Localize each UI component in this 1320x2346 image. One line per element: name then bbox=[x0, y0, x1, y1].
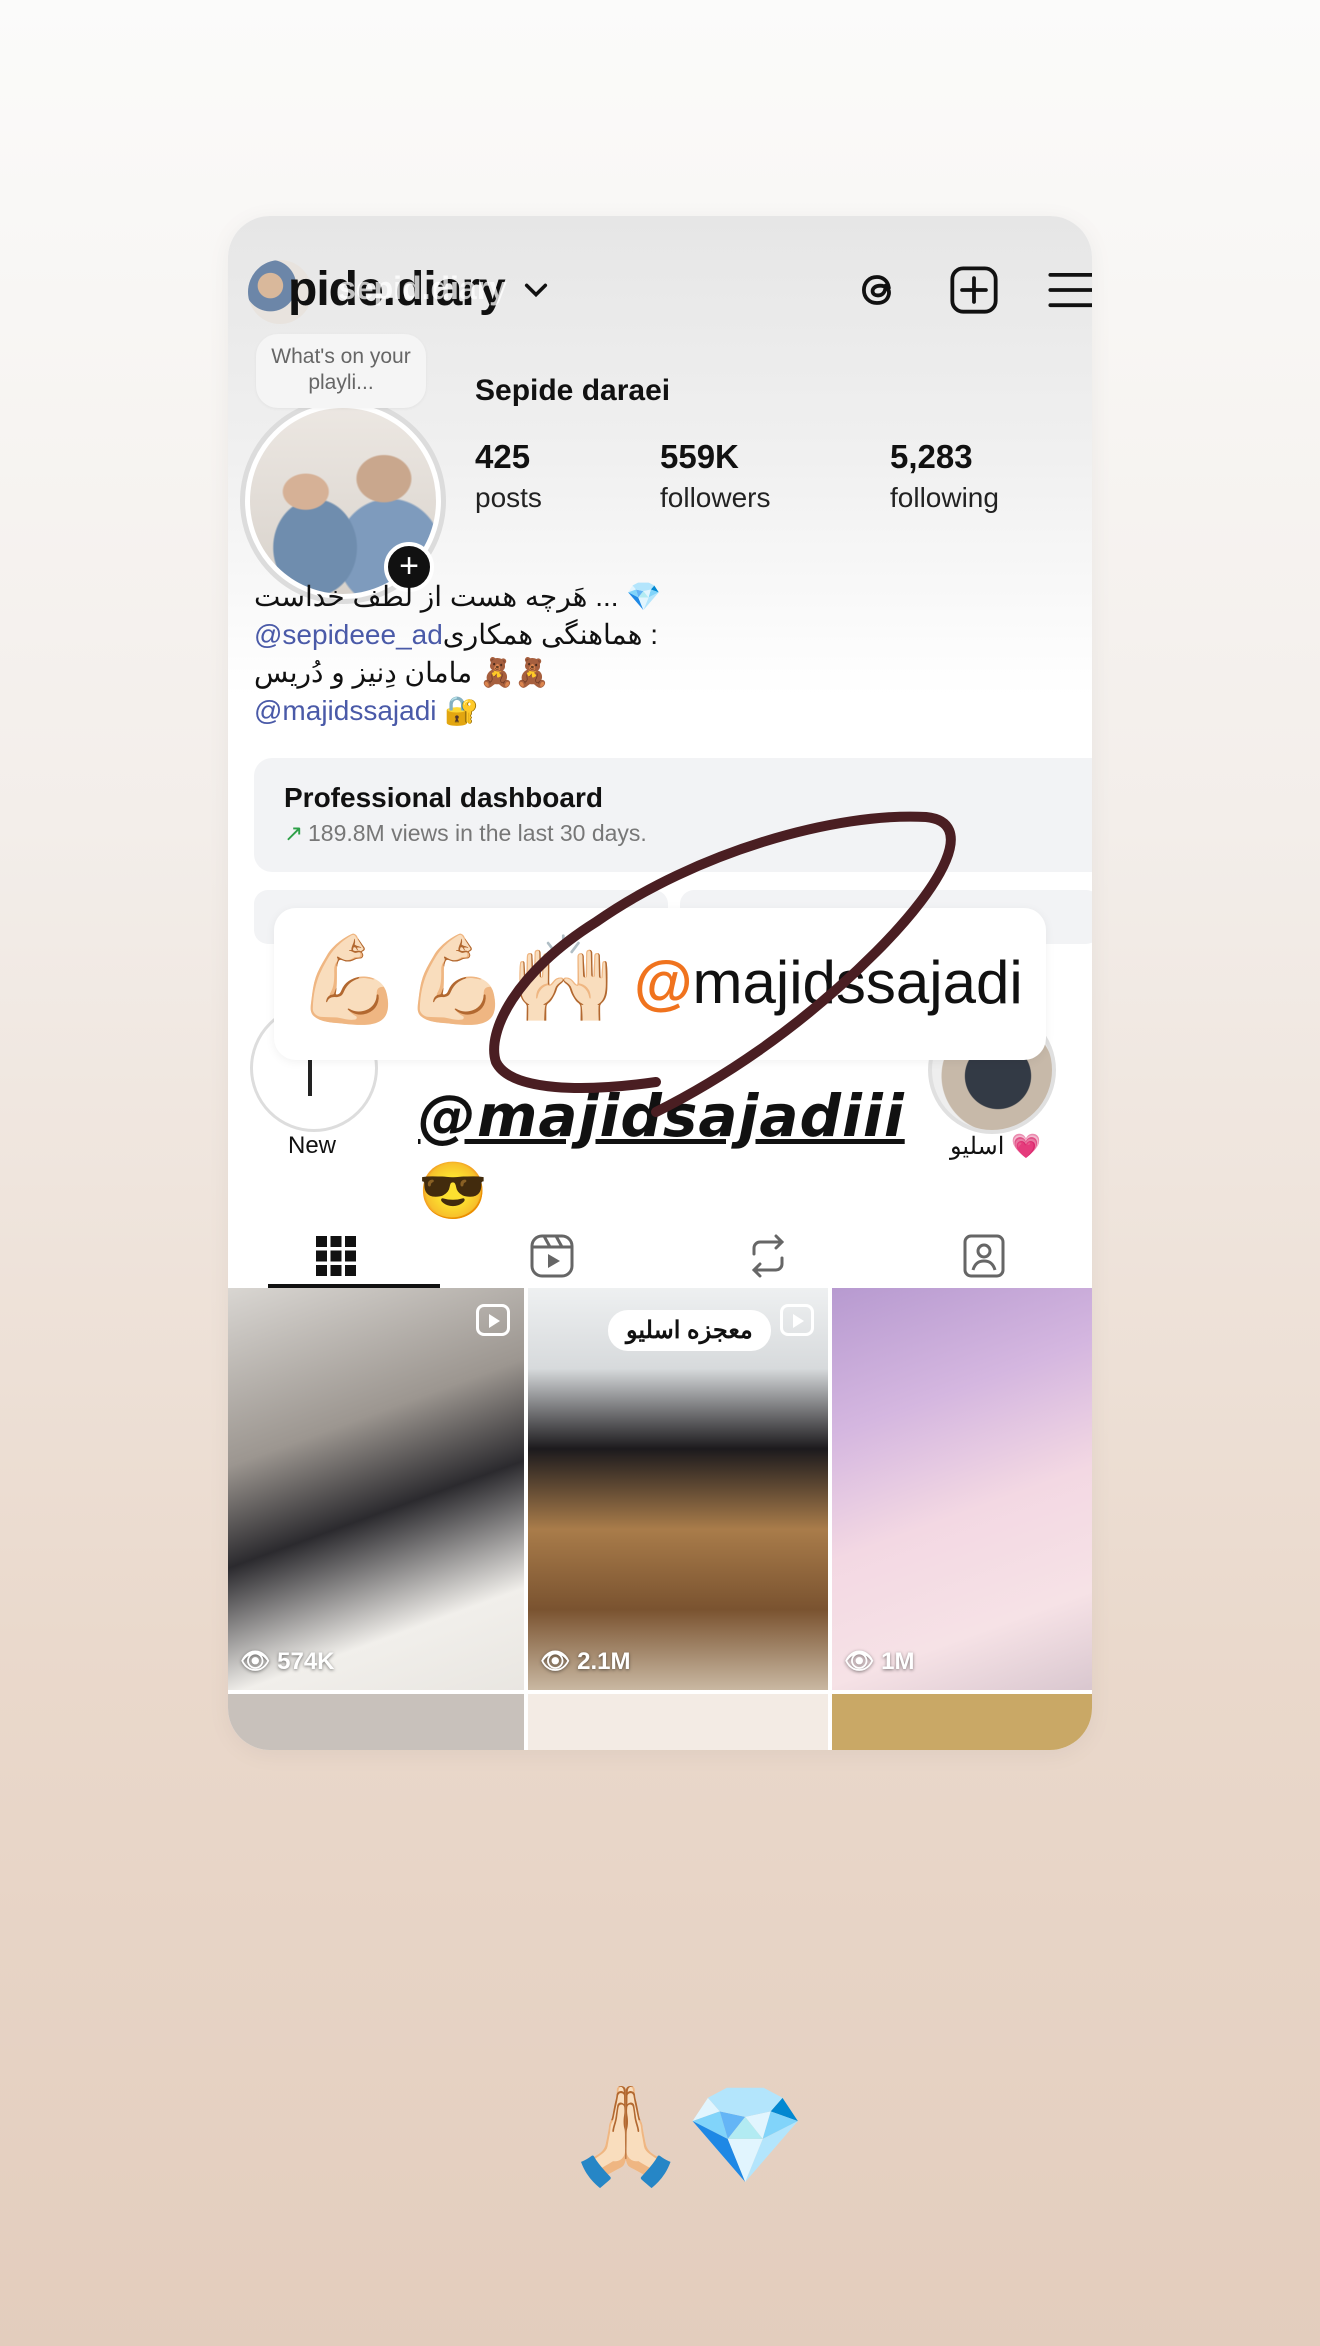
bio-line-1: هَرچه هست از لُطف خداست ... 💎 bbox=[254, 581, 662, 612]
posts-grid: 👁 574K معجزه اسلیو 👁 2.1M 👁 1M bbox=[228, 1288, 1092, 1750]
stat-following[interactable]: 5,283 following bbox=[890, 438, 999, 514]
posts-count: 425 bbox=[475, 438, 531, 475]
sticker-handle-wrap: @majidssajadi bbox=[634, 948, 1023, 1017]
tab-grid[interactable] bbox=[228, 1218, 444, 1290]
following-count: 5,283 bbox=[890, 438, 973, 475]
trend-arrow-icon: ↗ bbox=[284, 820, 304, 846]
hamburger-menu-icon[interactable] bbox=[1046, 264, 1092, 316]
grid-post[interactable]: معجزه اسلیو 👁 2.1M bbox=[528, 1288, 828, 1690]
sticker-emojis: 💪🏻💪🏻🙌🏻 bbox=[296, 932, 618, 1028]
tagged-icon bbox=[963, 1234, 1005, 1278]
grid-post[interactable]: 👁 1M bbox=[832, 1288, 1092, 1690]
view-count: 👁 574K bbox=[240, 1648, 335, 1675]
stat-posts[interactable]: 425 posts bbox=[475, 438, 542, 514]
bio: هَرچه هست از لُطف خداست ... 💎 @sepideee_… bbox=[254, 578, 661, 730]
profile-screenshot-card: pide.diary sepid.diary What's on your pl… bbox=[228, 216, 1092, 1750]
followers-count: 559K bbox=[660, 438, 739, 475]
dashboard-subtitle: 189.8M views in the last 30 days. bbox=[308, 820, 647, 846]
threads-icon[interactable] bbox=[852, 264, 904, 316]
view-count: 👁 2.1M bbox=[540, 1648, 631, 1675]
bio-mention-ad[interactable]: @sepideee_ad bbox=[254, 619, 443, 650]
tab-reels[interactable] bbox=[444, 1218, 660, 1290]
reel-icon bbox=[780, 1304, 814, 1336]
dashboard-title: Professional dashboard bbox=[284, 782, 603, 813]
note-bubble[interactable]: What's on your playli... bbox=[256, 334, 426, 408]
chevron-down-icon[interactable] bbox=[522, 276, 550, 304]
top-bar: pide.diary sepid.diary bbox=[228, 242, 1092, 332]
highlight-label-sleeve: اسلیو 💗 bbox=[950, 1133, 1041, 1160]
repost-icon bbox=[751, 1234, 785, 1278]
sunglasses-emoji: 😎 bbox=[418, 1159, 488, 1222]
profile-tabs bbox=[228, 1218, 1092, 1290]
bio-line-4: @majidssajadi 🔐 bbox=[254, 692, 661, 730]
tab-reposts[interactable] bbox=[660, 1218, 876, 1290]
grid-post[interactable]: 👁 574K bbox=[228, 1288, 524, 1690]
bio-line-2-text: هماهنگی همکاری : bbox=[442, 619, 659, 650]
reel-icon bbox=[476, 1304, 510, 1336]
stat-followers[interactable]: 559K followers bbox=[660, 438, 770, 514]
bio-line-2: @sepideee_adهماهنگی همکاری : bbox=[254, 616, 661, 654]
bottom-emoji: 🙏🏻💎 bbox=[566, 2082, 806, 2189]
highlight-label-new: New bbox=[288, 1132, 337, 1159]
username-overlay: sepid.diary bbox=[338, 270, 507, 306]
posts-label: posts bbox=[475, 482, 542, 513]
full-name: Sepide daraei bbox=[475, 374, 671, 407]
bio-line-3: مامان دِنیز و دُریس 🧸🧸 bbox=[254, 657, 550, 688]
overlay-handle[interactable]: @majidsajadiii bbox=[418, 1082, 905, 1150]
professional-dashboard[interactable]: Professional dashboard ↗ 189.8M views in… bbox=[254, 758, 1092, 872]
grid-post[interactable] bbox=[228, 1694, 524, 1750]
post-caption-tag: معجزه اسلیو bbox=[608, 1310, 771, 1351]
threads-at-icon: @ bbox=[634, 949, 693, 1016]
plus-icon bbox=[308, 1056, 312, 1096]
followers-label: followers bbox=[660, 482, 771, 513]
reels-icon bbox=[530, 1234, 574, 1278]
grid-post[interactable] bbox=[528, 1694, 828, 1750]
tab-tagged[interactable] bbox=[876, 1218, 1092, 1290]
mention-sticker[interactable]: 💪🏻💪🏻🙌🏻 @majidssajadi bbox=[274, 908, 1046, 1060]
grid-icon bbox=[316, 1236, 356, 1276]
following-label: following bbox=[890, 482, 999, 513]
grid-post[interactable] bbox=[832, 1694, 1092, 1750]
lock-emoji: 🔐 bbox=[444, 695, 480, 726]
sticker-handle: majidssajadi bbox=[692, 949, 1023, 1016]
plus-square-icon[interactable] bbox=[948, 264, 1000, 316]
view-count: 👁 1M bbox=[844, 1648, 915, 1675]
bio-mention-majid[interactable]: @majidssajadi bbox=[254, 695, 437, 726]
